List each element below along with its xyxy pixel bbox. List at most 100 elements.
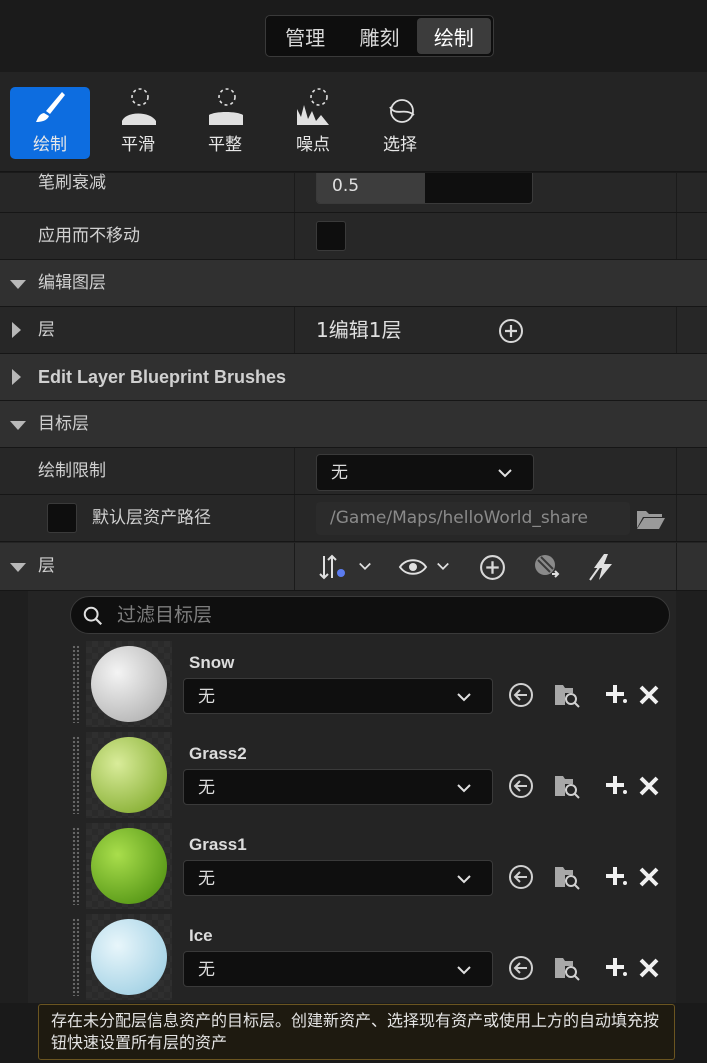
- edit-layers-title: 编辑图层: [38, 273, 106, 293]
- default-path-checkbox[interactable]: [47, 503, 77, 533]
- add-circle-icon[interactable]: [479, 554, 506, 581]
- target-layers-label: 层: [38, 556, 55, 576]
- default-path-label: 默认层资产路径: [92, 508, 211, 528]
- delete-layer-icon[interactable]: [635, 681, 663, 709]
- create-asset-icon[interactable]: [602, 954, 630, 982]
- use-selected-asset-icon[interactable]: [507, 772, 535, 800]
- sort-icon[interactable]: [318, 553, 350, 581]
- tool-paint-button[interactable]: 绘制: [10, 87, 90, 159]
- layer-asset-value: 无: [198, 960, 215, 980]
- drag-handle-icon[interactable]: [72, 827, 80, 905]
- tool-paint-label: 绘制: [33, 135, 67, 155]
- chevron-down-icon: [457, 966, 471, 975]
- tab-manage[interactable]: 管理: [268, 18, 342, 54]
- browse-asset-icon[interactable]: [553, 863, 581, 891]
- browse-asset-icon[interactable]: [553, 954, 581, 982]
- auto-fill-icon[interactable]: [532, 552, 562, 582]
- flash-icon[interactable]: [588, 552, 618, 582]
- layer-asset-dropdown[interactable]: 无: [183, 860, 493, 896]
- brush-falloff-value: 0.5: [332, 176, 360, 196]
- filter-search-box[interactable]: 过滤目标层: [70, 596, 670, 634]
- edit-layers-row: 层 1编辑1层: [0, 307, 707, 354]
- tool-noise-button[interactable]: 噪点: [273, 87, 353, 159]
- paint-limit-label: 绘制限制: [38, 461, 106, 481]
- smooth-icon: [122, 88, 156, 125]
- default-path-row: 默认层资产路径 /Game/Maps/helloWorld_share: [0, 495, 707, 542]
- delete-layer-icon[interactable]: [635, 772, 663, 800]
- chevron-down-icon: [498, 469, 512, 478]
- use-selected-asset-icon[interactable]: [507, 954, 535, 982]
- flatten-icon: [209, 88, 243, 125]
- blueprint-brushes-section[interactable]: Edit Layer Blueprint Brushes: [0, 354, 707, 401]
- target-layers-title: 目标层: [38, 414, 89, 434]
- create-asset-icon[interactable]: [602, 681, 630, 709]
- folder-icon[interactable]: [636, 508, 666, 530]
- layer-thumbnail: [86, 732, 172, 818]
- layer-asset-dropdown[interactable]: 无: [183, 769, 493, 805]
- tool-select-button[interactable]: 选择: [360, 87, 440, 159]
- brush-icon: [36, 92, 65, 122]
- paint-limit-value: 无: [331, 463, 348, 483]
- noise-icon: [297, 88, 329, 125]
- chevron-down-icon: [457, 693, 471, 702]
- collapse-arrow-icon: [10, 280, 26, 289]
- delete-layer-icon[interactable]: [635, 954, 663, 982]
- brush-falloff-row: 笔刷衰减 0.5: [0, 173, 707, 213]
- layer-item-grass2[interactable]: Grass2 无: [70, 732, 676, 820]
- tool-flatten-button[interactable]: 平整: [185, 87, 265, 159]
- expand-arrow-icon[interactable]: [12, 322, 21, 338]
- layer-asset-dropdown[interactable]: 无: [183, 951, 493, 987]
- default-path-field[interactable]: /Game/Maps/helloWorld_share: [316, 502, 630, 535]
- tab-paint[interactable]: 绘制: [416, 18, 491, 54]
- brush-falloff-input[interactable]: 0.5: [316, 173, 533, 204]
- details-panel: 笔刷衰减 0.5 应用而不移动 编辑图层 层 1编辑1层 Edit Layer …: [0, 173, 707, 1003]
- browse-asset-icon[interactable]: [553, 681, 581, 709]
- apply-without-moving-row: 应用而不移动: [0, 213, 707, 260]
- tool-smooth-label: 平滑: [121, 135, 155, 155]
- drag-handle-icon[interactable]: [72, 918, 80, 996]
- blueprint-brushes-title: Edit Layer Blueprint Brushes: [38, 367, 287, 387]
- add-circle-icon[interactable]: [498, 318, 524, 344]
- edit-layers-label: 层: [38, 320, 55, 340]
- layer-thumbnail: [86, 914, 172, 1000]
- delete-layer-icon[interactable]: [635, 863, 663, 891]
- drag-handle-icon[interactable]: [72, 645, 80, 723]
- brush-falloff-label: 笔刷衰减: [38, 173, 106, 193]
- paint-limit-dropdown[interactable]: 无: [316, 454, 534, 491]
- select-icon: [389, 99, 415, 123]
- use-selected-asset-icon[interactable]: [507, 681, 535, 709]
- edit-layers-section[interactable]: 编辑图层: [0, 260, 707, 307]
- layer-asset-dropdown[interactable]: 无: [183, 678, 493, 714]
- collapse-arrow-icon[interactable]: [10, 563, 26, 572]
- eye-icon[interactable]: [398, 557, 428, 577]
- tool-select-label: 选择: [383, 135, 417, 155]
- target-layers-section[interactable]: 目标层: [0, 401, 707, 448]
- layer-name: Grass2: [189, 744, 247, 763]
- layer-item-snow[interactable]: Snow 无: [70, 641, 676, 729]
- layer-asset-value: 无: [198, 687, 215, 707]
- use-selected-asset-icon[interactable]: [507, 863, 535, 891]
- apply-without-moving-checkbox[interactable]: [316, 221, 346, 251]
- layer-item-grass1[interactable]: Grass1 无: [70, 823, 676, 911]
- chevron-down-icon[interactable]: [356, 560, 374, 574]
- layer-name: Snow: [189, 653, 235, 672]
- collapse-arrow-icon: [10, 421, 26, 430]
- drag-handle-icon[interactable]: [72, 736, 80, 814]
- layer-name: Grass1: [189, 835, 247, 854]
- layer-thumbnail: [86, 641, 172, 727]
- tool-flatten-label: 平整: [208, 135, 242, 155]
- layer-item-ice[interactable]: Ice 无: [70, 914, 676, 1002]
- layer-asset-value: 无: [198, 869, 215, 889]
- mode-bar: 管理 雕刻 绘制: [0, 0, 707, 72]
- mode-tab-group: 管理 雕刻 绘制: [265, 15, 494, 57]
- layer-asset-value: 无: [198, 778, 215, 798]
- chevron-down-icon[interactable]: [434, 560, 452, 574]
- warning-tooltip: 存在未分配层信息资产的目标层。创建新资产、选择现有资产或使用上方的自动填充按钮快…: [38, 1004, 675, 1060]
- create-asset-icon[interactable]: [602, 863, 630, 891]
- expand-arrow-icon: [12, 369, 21, 385]
- browse-asset-icon[interactable]: [553, 772, 581, 800]
- create-asset-icon[interactable]: [602, 772, 630, 800]
- layer-thumbnail: [86, 823, 172, 909]
- tab-sculpt[interactable]: 雕刻: [342, 18, 416, 54]
- tool-smooth-button[interactable]: 平滑: [98, 87, 178, 159]
